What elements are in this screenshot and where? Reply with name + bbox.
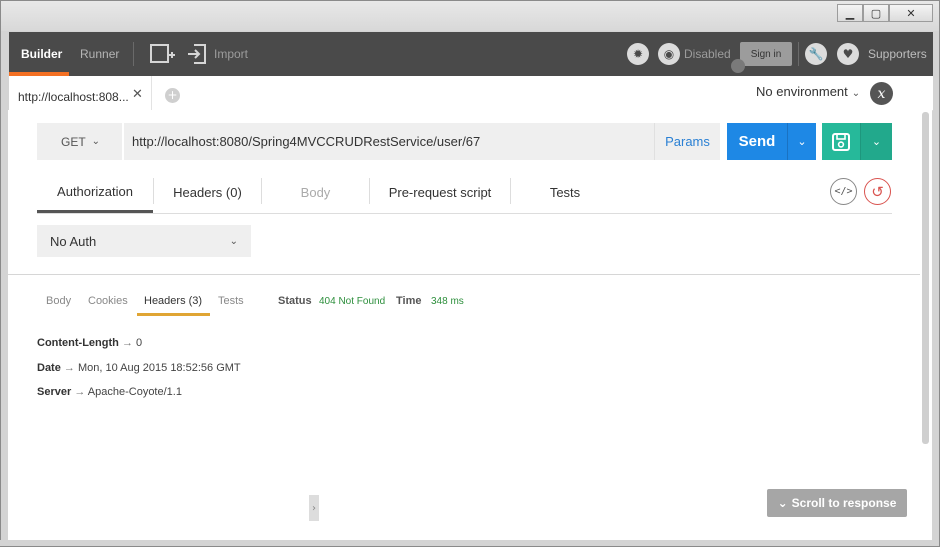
chevron-down-icon: ⌄ (91, 136, 101, 147)
app-header: Builder Runner Import ✹ ◉ Disabled Sign … (9, 32, 933, 76)
environment-label: No environment (756, 84, 848, 99)
chevron-down-icon: ⌄ (777, 496, 788, 510)
new-window-icon[interactable] (150, 43, 175, 65)
sync-icon[interactable]: ◉ (658, 43, 680, 65)
response-tab-headers[interactable]: Headers (3) (144, 295, 202, 315)
save-icon (832, 132, 850, 151)
request-tab-strip: http://localhost:808... ✕ + No environme… (9, 76, 933, 111)
sync-badge-icon (731, 59, 745, 73)
divider (798, 42, 799, 66)
arrow-icon: → (121, 337, 133, 349)
request-tab-title: http://localhost:808... (18, 90, 129, 104)
environment-quicklook-icon[interactable]: x (870, 82, 893, 105)
auth-type-select[interactable]: No Auth ⌄ (37, 225, 251, 257)
time-value: 348 ms (431, 296, 464, 307)
chevron-down-icon: ⌄ (229, 235, 238, 247)
scrollbar-thumb[interactable] (922, 112, 929, 444)
active-response-tab-indicator (137, 313, 210, 316)
supporters-link[interactable]: Supporters (868, 32, 927, 76)
header-key: Content-Length (37, 337, 119, 349)
section-divider (8, 274, 920, 275)
response-header-row: Server → Apache-Coyote/1.1 (37, 386, 182, 398)
reset-icon[interactable]: ↺ (864, 178, 891, 205)
tab-tests[interactable]: Tests (511, 172, 619, 213)
status-value: 404 Not Found (319, 296, 386, 307)
import-icon[interactable] (186, 43, 208, 65)
status-label: Status (278, 295, 312, 307)
header-key: Date (37, 362, 61, 374)
tab-pre-request-script[interactable]: Pre-request script (370, 172, 510, 213)
response-header-row: Content-Length → 0 (37, 337, 142, 349)
sidebar-toggle-handle[interactable]: › (309, 495, 319, 521)
generate-code-icon[interactable]: </> (830, 178, 857, 205)
header-value: Apache-Coyote/1.1 (87, 386, 182, 398)
method-label: GET (61, 134, 86, 149)
time-label: Time (396, 295, 422, 307)
environment-select[interactable]: No environment ⌄ (756, 84, 860, 99)
auth-type-label: No Auth (50, 233, 97, 249)
chevron-down-icon: ⌄ (871, 135, 882, 148)
minimize-button[interactable]: ▁ (837, 4, 863, 22)
title-bar: ▁ ▢ ✕ (1, 1, 939, 31)
window-bottom-border (0, 540, 938, 546)
close-tab-icon[interactable]: ✕ (132, 87, 143, 102)
wrench-icon[interactable]: 🔧 (805, 43, 827, 65)
tab-builder[interactable]: Builder (21, 32, 62, 76)
request-tab[interactable]: http://localhost:808... ✕ (9, 76, 152, 111)
window-controls: ▁ ▢ ✕ (837, 4, 933, 22)
maximize-button[interactable]: ▢ (863, 4, 889, 22)
send-button[interactable]: Send (727, 123, 787, 160)
scroll-to-response-label: Scroll to response (791, 496, 897, 510)
heart-icon[interactable]: ♥ (837, 43, 859, 65)
method-select[interactable]: GET ⌄ (37, 123, 122, 160)
header-value: 0 (136, 337, 143, 349)
response-header-row: Date → Mon, 10 Aug 2015 18:52:56 GMT (37, 362, 241, 374)
arrow-icon: → (74, 386, 86, 398)
save-button[interactable] (822, 123, 860, 160)
header-value: Mon, 10 Aug 2015 18:52:56 GMT (77, 362, 241, 374)
chevron-down-icon: ⌄ (851, 88, 861, 99)
divider (133, 42, 134, 66)
response-tab-tests[interactable]: Tests (218, 295, 244, 315)
tab-authorization[interactable]: Authorization (37, 172, 153, 213)
header-key: Server (37, 386, 72, 398)
add-tab-icon[interactable]: + (165, 88, 180, 103)
sync-status: Disabled (684, 47, 731, 61)
import-button[interactable]: Import (214, 32, 248, 76)
close-window-button[interactable]: ✕ (889, 4, 933, 22)
request-options-tabs: Authorization Headers (0) Body Pre-reque… (37, 172, 892, 214)
params-button[interactable]: Params (654, 123, 720, 160)
response-tab-body[interactable]: Body (46, 295, 71, 315)
scroll-to-response-button[interactable]: ⌄ Scroll to response (767, 489, 907, 517)
tab-headers[interactable]: Headers (0) (154, 172, 261, 213)
save-dropdown-button[interactable]: ⌄ (860, 123, 892, 160)
tab-body[interactable]: Body (262, 172, 369, 213)
url-input[interactable]: http://localhost:8080/Spring4MVCCRUDRest… (124, 123, 654, 160)
response-tab-cookies[interactable]: Cookies (88, 295, 128, 315)
send-dropdown-button[interactable]: ⌄ (787, 123, 816, 160)
sign-in-button[interactable]: Sign in (740, 42, 792, 66)
chevron-down-icon: ⌄ (797, 135, 807, 148)
interceptor-icon[interactable]: ✹ (627, 43, 649, 65)
tab-runner[interactable]: Runner (80, 32, 119, 76)
arrow-icon: → (63, 362, 75, 374)
